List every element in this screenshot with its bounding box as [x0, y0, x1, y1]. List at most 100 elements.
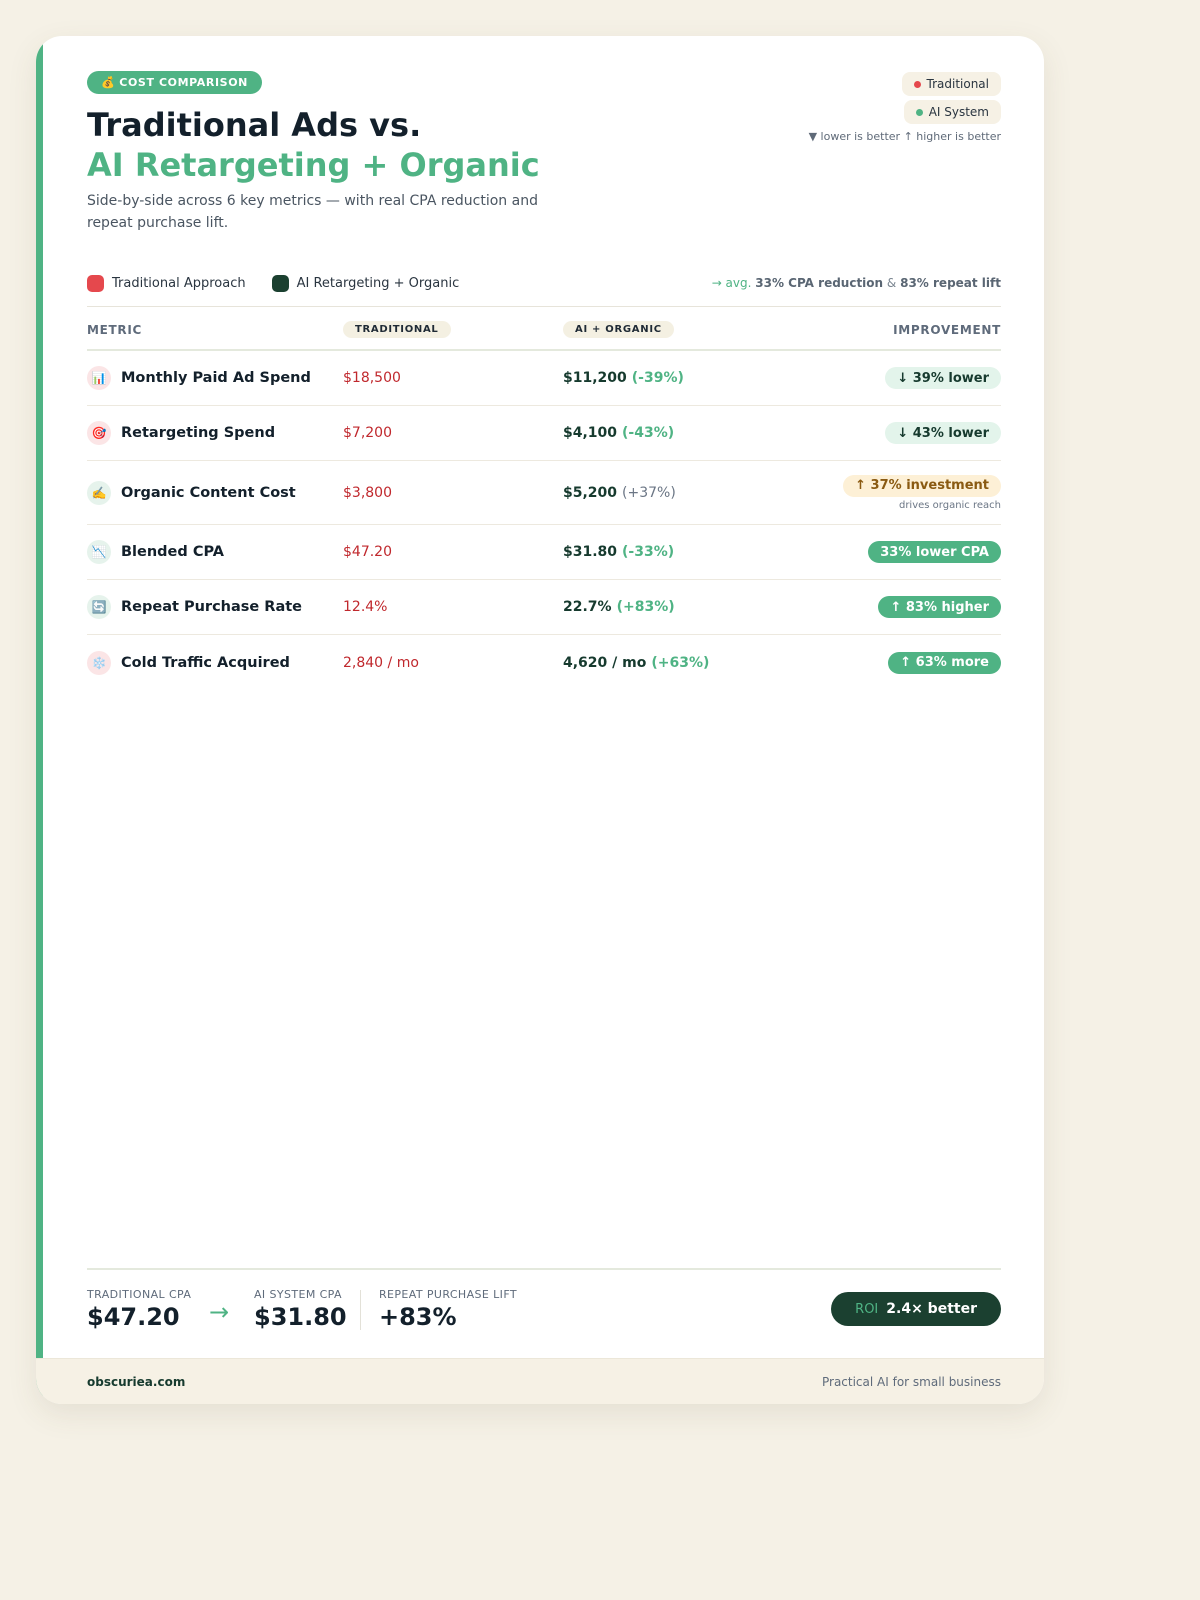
improvement-badge: ↑ 37% investment	[843, 474, 1001, 497]
metric-cell: ✍️ Organic Content Cost	[87, 461, 296, 524]
card-footer: obscuriea.com Practical AI for small bus…	[36, 1358, 1044, 1404]
table-row: 🎯 Retargeting Spend $7,200 $4,100 (-43%)…	[87, 406, 1001, 461]
legend-traditional: Traditional	[901, 72, 1001, 96]
traditional-swatch	[87, 274, 104, 292]
table-header: METRIC TRADITIONAL AI + ORGANIC IMPROVEM…	[87, 306, 1001, 351]
comparison-table: METRIC TRADITIONAL AI + ORGANIC IMPROVEM…	[87, 306, 1001, 690]
metric-name: Retargeting Spend	[121, 425, 276, 441]
key-ai-label: AI Retargeting + Organic	[296, 275, 460, 291]
roi-badge: ROI 2.4× better	[831, 1292, 1001, 1326]
table-row: 🔄 Repeat Purchase Rate 12.4% 22.7% (+83%…	[87, 580, 1001, 635]
traditional-value: $47.20	[343, 544, 392, 560]
brand-tagline: Practical AI for small business	[821, 1375, 1001, 1389]
ai-value: 4,620 / mo	[563, 654, 647, 671]
brand-name: obscuriea.com	[87, 1375, 186, 1389]
ai-value: $11,200	[563, 370, 627, 386]
summary-prefix: → avg.	[711, 276, 752, 290]
improvement-badge: ↓ 39% lower	[885, 367, 1001, 389]
chart-decreasing-icon: 📉	[87, 540, 111, 564]
key-traditional: Traditional Approach	[87, 274, 246, 292]
traditional-value: $3,800	[343, 484, 392, 501]
summary-repeat: 83% repeat lift	[900, 276, 1001, 290]
table-row: 📉 Blended CPA $47.20 $31.80 (-33%) 33% l…	[87, 525, 1001, 580]
improvement-badge: ↑ 63% more	[888, 651, 1001, 674]
roi-value: 2.4× better	[886, 1301, 977, 1317]
ai-cell: 4,620 / mo (+63%)	[563, 635, 709, 690]
key-ai: AI Retargeting + Organic	[271, 274, 460, 292]
table-row: 📊 Monthly Paid Ad Spend $18,500 $11,200 …	[87, 351, 1001, 406]
arrow-right-icon: →	[209, 1298, 230, 1326]
ai-cell: 22.7% (+83%)	[563, 580, 675, 634]
ai-delta: (+63%)	[651, 654, 710, 671]
ai-cell: $11,200 (-39%)	[563, 351, 684, 405]
badge-label: COST COMPARISON	[119, 76, 248, 89]
header-metric: METRIC	[87, 322, 143, 337]
improvement-cell: ↑ 83% higher	[878, 580, 1001, 634]
legend-ai-label: AI System	[928, 105, 989, 119]
summary-cpa: 33% CPA reduction	[755, 276, 884, 290]
metric-cell: ❄️ Cold Traffic Acquired	[87, 635, 290, 690]
avg-summary: → avg. 33% CPA reduction & 83% repeat li…	[712, 276, 1001, 290]
improvement-badge: ↑ 83% higher	[878, 596, 1001, 618]
repeat-lift-value: +83%	[379, 1303, 457, 1331]
series-key: Traditional Approach AI Retargeting + Or…	[87, 272, 1001, 294]
direction-hint: ▼ lower is better ↑ higher is better	[808, 130, 1001, 143]
traditional-value: 12.4%	[343, 599, 388, 615]
ai-cell: $4,100 (-43%)	[563, 406, 674, 460]
traditional-value: $7,200	[343, 425, 392, 441]
comparison-card: 💰 COST COMPARISON Traditional Ads vs. AI…	[36, 36, 1044, 1404]
improvement-badge: 33% lower CPA	[868, 541, 1001, 563]
traditional-cpa-stat: TRADITIONAL CPA $47.20	[87, 1288, 191, 1331]
ai-delta: (-43%)	[622, 425, 675, 441]
metric-cell: 📉 Blended CPA	[87, 525, 224, 579]
improvement-cell: ↑ 63% more	[888, 635, 1001, 690]
traditional-value: 2,840 / mo	[343, 654, 419, 671]
metric-cell: 📊 Monthly Paid Ad Spend	[87, 351, 311, 405]
roi-label: ROI	[855, 1301, 879, 1317]
key-traditional-label: Traditional Approach	[112, 275, 246, 291]
ai-delta: (-33%)	[622, 544, 675, 560]
legend-traditional-label: Traditional	[926, 77, 989, 91]
traditional-value: $18,500	[343, 370, 401, 386]
red-dot-icon	[913, 80, 921, 88]
card-accent-bar	[36, 36, 43, 1404]
improvement-cell: ↓ 39% lower	[885, 351, 1001, 405]
table-row: ✍️ Organic Content Cost $3,800 $5,200 (+…	[87, 461, 1001, 525]
green-dot-icon	[915, 108, 923, 116]
header-traditional: TRADITIONAL	[343, 307, 451, 352]
repeat-icon: 🔄	[87, 595, 111, 619]
header-ai-pill: AI + ORGANIC	[563, 321, 674, 338]
metric-name: Cold Traffic Acquired	[121, 654, 290, 671]
snowflake-icon: ❄️	[87, 650, 111, 675]
metric-name: Organic Content Cost	[121, 484, 296, 501]
ai-cell: $5,200 (+37%)	[563, 461, 676, 524]
table-row: ❄️ Cold Traffic Acquired 2,840 / mo 4,62…	[87, 635, 1001, 690]
ai-value: 22.7%	[563, 599, 612, 615]
repeat-lift-label: REPEAT PURCHASE LIFT	[379, 1288, 517, 1301]
summary-stats: TRADITIONAL CPA $47.20 → AI SYSTEM CPA $…	[87, 1268, 1001, 1332]
ai-cpa-label: AI SYSTEM CPA	[254, 1288, 342, 1301]
ai-value: $5,200	[563, 484, 618, 501]
ai-cell: $31.80 (-33%)	[563, 525, 674, 579]
legend-ai: AI System	[903, 100, 1001, 124]
traditional-cpa-label: TRADITIONAL CPA	[87, 1288, 192, 1301]
metric-cell: 🎯 Retargeting Spend	[87, 406, 275, 460]
ai-cpa-value: $31.80	[254, 1303, 347, 1331]
ai-delta: (+37%)	[622, 484, 676, 501]
target-icon: 🎯	[87, 421, 111, 445]
ai-value: $4,100	[563, 425, 618, 441]
bar-chart-icon: 📊	[87, 366, 111, 390]
metric-name: Monthly Paid Ad Spend	[121, 370, 311, 386]
traditional-cpa-value: $47.20	[87, 1303, 180, 1331]
repeat-lift-stat: REPEAT PURCHASE LIFT +83%	[379, 1288, 517, 1331]
improvement-cell: ↑ 37% investment drives organic reach	[843, 461, 1001, 524]
metric-name: Repeat Purchase Rate	[121, 599, 303, 615]
header-traditional-pill: TRADITIONAL	[343, 321, 451, 338]
money-bag-icon: 💰	[101, 76, 116, 89]
improvement-note: drives organic reach	[898, 499, 1001, 511]
ai-value: $31.80	[563, 544, 618, 560]
summary-amp: &	[886, 276, 897, 290]
cost-comparison-badge: 💰 COST COMPARISON	[87, 71, 262, 94]
page-subtitle: Side-by-side across 6 key metrics — with…	[87, 193, 538, 231]
metric-cell: 🔄 Repeat Purchase Rate	[87, 580, 302, 634]
